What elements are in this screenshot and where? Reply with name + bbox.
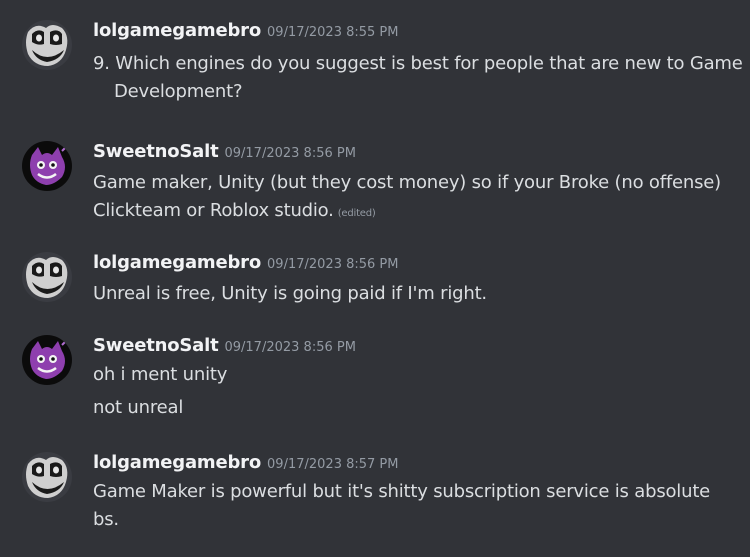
- message-header: lolgamegamebro 09/17/2023 8:55 PM: [93, 20, 398, 41]
- message-text: Development?: [114, 81, 243, 102]
- message-text: Unreal is free, Unity is going paid if I…: [93, 283, 487, 304]
- timestamp[interactable]: 09/17/2023 8:56 PM: [224, 340, 355, 355]
- timestamp[interactable]: 09/17/2023 8:56 PM: [224, 146, 355, 161]
- message-header: lolgamegamebro 09/17/2023 8:56 PM: [93, 252, 398, 273]
- timestamp[interactable]: 09/17/2023 8:56 PM: [267, 257, 398, 272]
- timestamp[interactable]: 09/17/2023 8:55 PM: [267, 25, 398, 40]
- purple-creature-avatar-icon: [22, 335, 72, 385]
- username[interactable]: SweetnoSalt: [93, 141, 219, 162]
- message-text: bs.: [93, 509, 119, 530]
- cartoon-face-avatar-icon: [22, 252, 72, 302]
- message-text: Game Maker is powerful but it's shitty s…: [93, 481, 711, 502]
- purple-creature-avatar-icon: [22, 141, 72, 191]
- username[interactable]: lolgamegamebro: [93, 452, 261, 473]
- message-text-line: Clickteam or Roblox studio. (edited): [93, 200, 376, 221]
- message-header: SweetnoSalt 09/17/2023 8:56 PM: [93, 335, 356, 356]
- username[interactable]: lolgamegamebro: [93, 20, 261, 41]
- message-header: lolgamegamebro 09/17/2023 8:57 PM: [93, 452, 398, 473]
- message-text: oh i ment unity: [93, 364, 228, 385]
- avatar-sweetnosalt[interactable]: [22, 141, 72, 191]
- edited-label: (edited): [337, 208, 376, 219]
- message-header: SweetnoSalt 09/17/2023 8:56 PM: [93, 141, 356, 162]
- message-text: Clickteam or Roblox studio.: [93, 200, 334, 221]
- username[interactable]: lolgamegamebro: [93, 252, 261, 273]
- avatar-lolgamegamebro[interactable]: [22, 452, 72, 502]
- username[interactable]: SweetnoSalt: [93, 335, 219, 356]
- cartoon-face-avatar-icon: [22, 20, 72, 70]
- message-text: not unreal: [93, 397, 184, 418]
- cartoon-face-avatar-icon: [22, 452, 72, 502]
- avatar-lolgamegamebro[interactable]: [22, 20, 72, 70]
- message-text: Game maker, Unity (but they cost money) …: [93, 172, 721, 193]
- avatar-lolgamegamebro[interactable]: [22, 252, 72, 302]
- timestamp[interactable]: 09/17/2023 8:57 PM: [267, 457, 398, 472]
- message-text: 9. Which engines do you suggest is best …: [93, 53, 743, 74]
- avatar-sweetnosalt[interactable]: [22, 335, 72, 385]
